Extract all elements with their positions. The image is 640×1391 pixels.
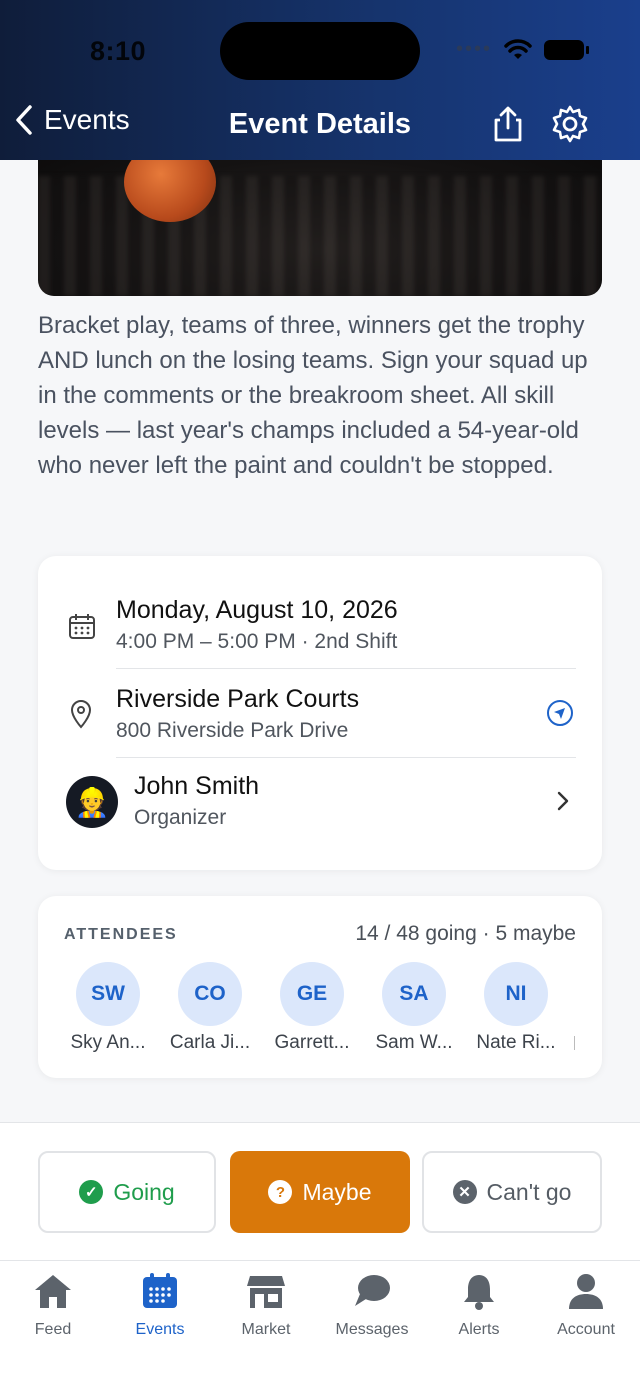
tab-label: Account [557,1321,615,1338]
x-circle-icon: ✕ [452,1180,477,1204]
tab-feed[interactable]: Feed [3,1271,103,1339]
wifi-icon [504,38,532,59]
share-icon[interactable] [488,104,528,144]
attendee-name: Nate Ri... [476,1032,556,1053]
calendar-icon [69,614,95,639]
directions-icon[interactable] [546,699,574,727]
crowd-background [38,176,602,296]
cant-go-label: Can't go [486,1178,572,1205]
tab-messages[interactable]: Messages [322,1271,422,1339]
chevron-right-icon [557,791,569,811]
tab-alerts[interactable]: Alerts [429,1271,529,1339]
tab-label: Events [135,1321,185,1338]
check-icon: ✓ [79,1180,104,1204]
tab-label: Alerts [458,1321,500,1338]
dynamic-island [220,22,420,80]
organizer-role: Organizer [134,806,227,829]
event-date: Monday, August 10, 2026 [116,596,398,624]
page-title: Event Details [228,108,412,140]
chat-bubble-icon [355,1275,390,1306]
tab-label: Feed [34,1321,72,1338]
home-icon [35,1275,71,1308]
question-icon: ? [268,1180,293,1204]
calendar-icon [143,1273,177,1308]
organizer-name: John Smith [134,772,260,800]
attendee-name: Sam W... [375,1032,453,1053]
battery-icon [544,39,589,60]
store-icon [247,1276,285,1308]
rsvp-bar: ✓ Going ? Maybe ✕ Can't go [0,1122,640,1262]
event-details-card: Monday, August 10, 2026 4:00 PM – 5:00 P… [38,556,602,870]
maybe-label: Maybe [302,1178,372,1205]
bell-icon [464,1275,494,1310]
date-row: Monday, August 10, 2026 4:00 PM – 5:00 P… [38,556,602,668]
gear-icon[interactable] [550,104,590,144]
going-button[interactable]: ✓ Going [38,1151,216,1233]
attendee-avatar[interactable]: NI [484,962,548,1026]
event-time: 4:00 PM – 5:00 PM · 2nd Shift [116,630,398,653]
maybe-button[interactable]: ? Maybe [230,1151,410,1233]
status-icons: •••• [455,38,589,61]
attendees-card: ATTENDEES 14 / 48 going · 5 maybe SW Sky… [38,896,602,1078]
attendee-name: Carla Ji... [169,1032,251,1053]
event-hero-image [38,140,602,296]
organizer-avatar: 👷 [66,776,118,828]
scroll-hint [574,1036,575,1050]
tab-label: Messages [335,1321,409,1338]
tab-events[interactable]: Events [110,1271,210,1339]
attendee-avatar[interactable]: GE [280,962,344,1026]
attendees-label: ATTENDEES [64,926,178,943]
event-description: Bracket play, teams of three, winners ge… [38,312,588,479]
status-time: 8:10 [90,36,147,66]
header: 8:10 •••• Events Event Details [0,0,640,160]
signal-icon: •••• [455,38,492,60]
tab-market[interactable]: Market [216,1271,316,1339]
attendees-count: 14 / 48 going · 5 maybe [355,922,576,945]
tab-label: Market [241,1321,291,1338]
tab-bar: Feed Events Market Messages Alerts Accou… [0,1260,640,1391]
attendee-avatar[interactable]: CO [178,962,242,1026]
attendee-name: Sky An... [70,1032,146,1053]
location-address: 800 Riverside Park Drive [116,719,349,742]
location-row[interactable]: Riverside Park Courts 800 Riverside Park… [38,669,602,757]
cant-go-button[interactable]: ✕ Can't go [422,1151,602,1233]
attendee-avatar[interactable]: SW [76,962,140,1026]
attendee-avatar[interactable]: SA [382,962,446,1026]
person-icon [569,1274,603,1309]
location-pin-icon [70,700,92,729]
organizer-row[interactable]: 👷 John Smith Organizer [38,758,602,870]
going-label: Going [113,1178,175,1205]
attendee-name: Garrett... [274,1032,350,1053]
location-name: Riverside Park Courts [116,685,360,713]
tab-account[interactable]: Account [536,1271,636,1339]
